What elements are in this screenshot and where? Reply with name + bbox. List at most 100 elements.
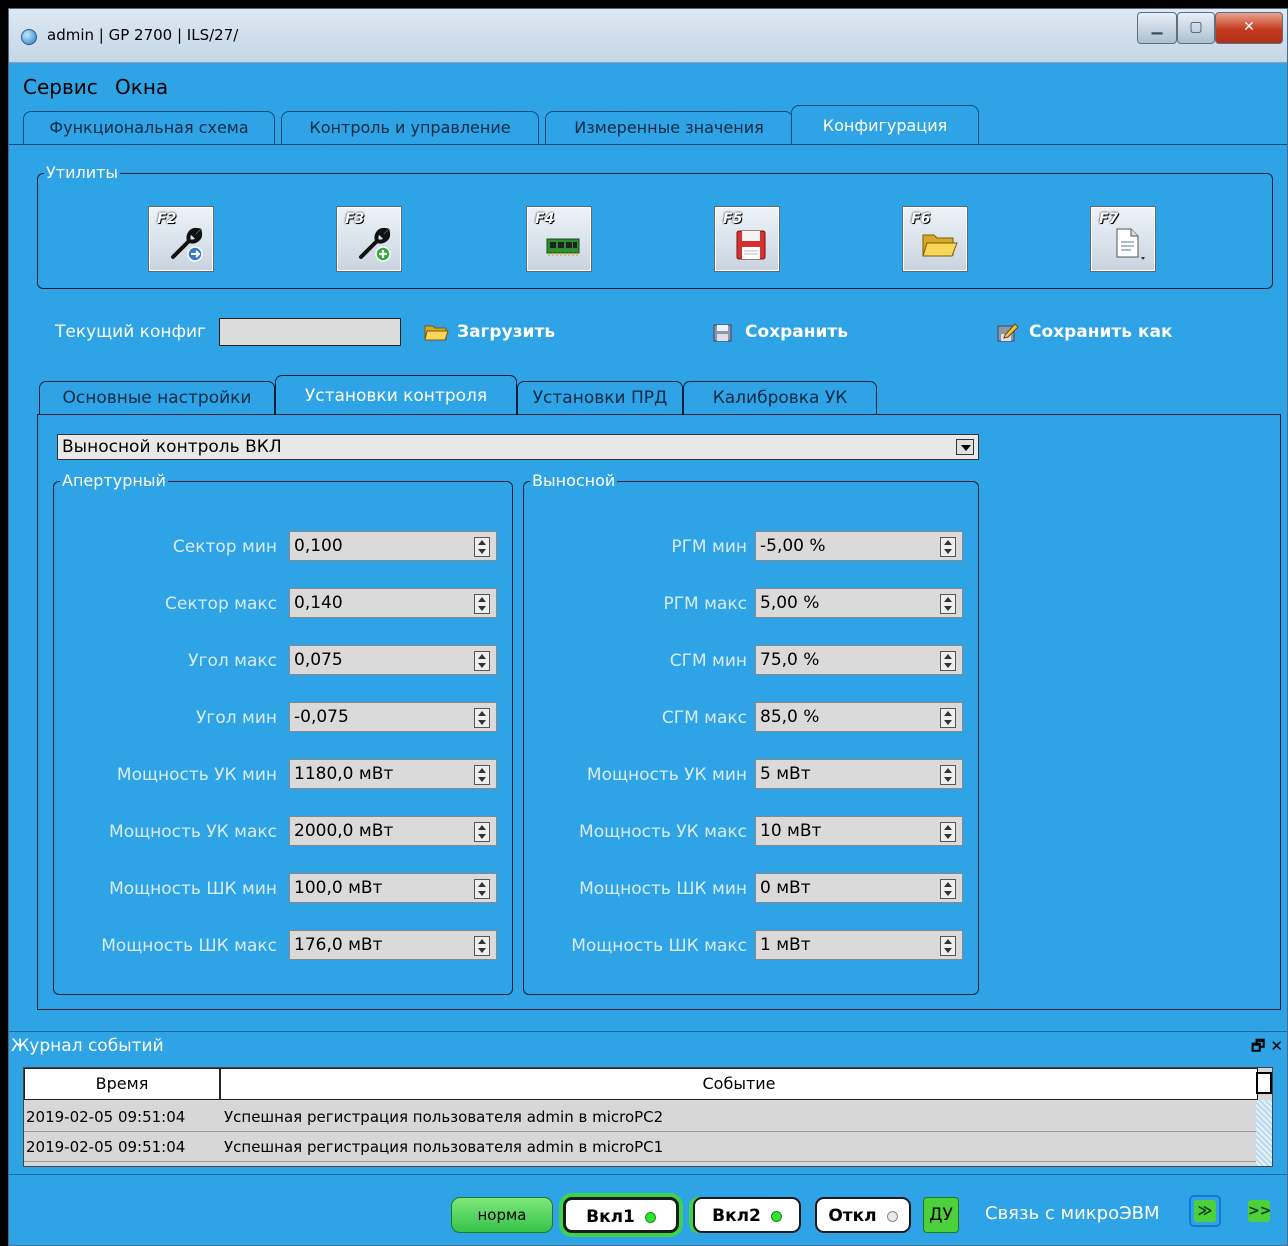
load-button[interactable]: Загрузить (423, 321, 573, 345)
aperture-power-uk-min-field[interactable]: 1180,0 мВт (289, 759, 497, 789)
spinner-icon[interactable] (474, 594, 490, 614)
aperture-angle-max-value: 0,075 (294, 650, 343, 670)
menu-service[interactable]: Сервис (23, 75, 98, 99)
remote-label: Выносной (530, 471, 618, 490)
remote-power-uk-min-value: 5 мВт (760, 764, 811, 784)
aperture-sector-min-label: Сектор мин (172, 537, 277, 557)
remote-rgm-min-field[interactable]: -5,00 % (755, 531, 963, 561)
spinner-icon[interactable] (474, 936, 490, 956)
chevron-down-icon[interactable] (956, 439, 974, 455)
subtab-control-settings[interactable]: Установки контроля (275, 375, 517, 415)
f4-button[interactable]: F4 (526, 206, 592, 272)
remote-rgm-max-field[interactable]: 5,00 % (755, 588, 963, 618)
spinner-icon[interactable] (474, 537, 490, 557)
column-header-time[interactable]: Время (24, 1068, 220, 1100)
save-as-button[interactable]: Сохранить как (995, 321, 1185, 345)
current-config-field[interactable] (219, 318, 401, 346)
tab-control[interactable]: Контроль и управление (281, 111, 539, 145)
tab-functional-scheme[interactable]: Функциональная схема (23, 111, 275, 145)
close-button[interactable]: ✕ (1215, 12, 1283, 44)
event-log-header: Журнал событий 🗗 ✕ (9, 1031, 1287, 1061)
on2-button[interactable]: Вкл2 (693, 1197, 801, 1233)
folder-open-icon (922, 234, 958, 257)
subtab-main-settings[interactable]: Основные настройки (39, 381, 275, 415)
f7-button[interactable]: F7 (1090, 206, 1156, 272)
spinner-icon[interactable] (940, 708, 956, 728)
aperture-power-uk-max-label: Мощность УК макс (109, 822, 277, 842)
norm-button[interactable]: норма (451, 1197, 553, 1233)
spinner-icon[interactable] (940, 765, 956, 785)
tab-configuration[interactable]: Конфигурация (791, 105, 979, 145)
column-header-event[interactable]: Событие (220, 1068, 1258, 1100)
aperture-sector-min-value: 0,100 (294, 536, 343, 556)
control-mode-select[interactable]: Выносной контроль ВКЛ (57, 434, 979, 460)
spinner-icon[interactable] (940, 594, 956, 614)
aperture-power-shk-max-field[interactable]: 176,0 мВт (289, 930, 497, 960)
spinner-icon[interactable] (940, 651, 956, 671)
remote-power-shk-min-label: Мощность ШК мин (579, 879, 747, 899)
row-event: Успешная регистрация пользователя admin … (224, 1108, 664, 1126)
f2-button[interactable]: F2 (148, 206, 214, 272)
app-icon (21, 29, 37, 45)
remote-sgm-min-value: 75,0 % (760, 650, 820, 670)
link-indicator-2: >> (1243, 1195, 1275, 1227)
spinner-icon[interactable] (474, 708, 490, 728)
spinner-icon[interactable] (940, 936, 956, 956)
aperture-power-shk-min-field[interactable]: 100,0 мВт (289, 873, 497, 903)
remote-sgm-min-field[interactable]: 75,0 % (755, 645, 963, 675)
remote-rgm-min-label: РГМ мин (671, 537, 747, 557)
spinner-icon[interactable] (474, 651, 490, 671)
spinner-icon[interactable] (940, 822, 956, 842)
remote-sgm-min-label: СГМ мин (669, 651, 747, 671)
off-button[interactable]: Откл (815, 1197, 911, 1233)
on1-button[interactable]: Вкл1 (563, 1197, 679, 1233)
tab-measured[interactable]: Измеренные значения (545, 111, 793, 145)
spinner-icon[interactable] (474, 879, 490, 899)
remote-sgm-max-field[interactable]: 85,0 % (755, 702, 963, 732)
remote-power-uk-min-field[interactable]: 5 мВт (755, 759, 963, 789)
utilities-label: Утилиты (44, 163, 121, 182)
spinner-icon[interactable] (474, 765, 490, 785)
table-row[interactable]: 2019-02-05 09:51:04 Успешная регистрация… (24, 1132, 1258, 1162)
control-mode-value: Выносной контроль ВКЛ (62, 437, 282, 457)
aperture-angle-min-field[interactable]: -0,075 (289, 702, 497, 732)
maximize-button[interactable]: ▢ (1177, 12, 1215, 44)
scrollbar[interactable] (1256, 1100, 1272, 1166)
aperture-angle-min-label: Угол мин (196, 708, 277, 728)
window-title: admin | GP 2700 | ILS/27/ (47, 26, 239, 44)
aperture-sector-min-field[interactable]: 0,100 (289, 531, 497, 561)
remote-power-shk-min-field[interactable]: 0 мВт (755, 873, 963, 903)
save-button[interactable]: Сохранить (711, 321, 861, 345)
f6-key-label: F6 (911, 211, 931, 227)
aperture-power-shk-min-value: 100,0 мВт (294, 878, 383, 898)
remote-sgm-max-label: СГМ макс (661, 708, 747, 728)
remote-power-shk-max-field[interactable]: 1 мВт (755, 930, 963, 960)
spinner-icon[interactable] (474, 822, 490, 842)
aperture-angle-max-field[interactable]: 0,075 (289, 645, 497, 675)
save-label: Сохранить (745, 322, 849, 342)
table-row[interactable]: 2019-02-05 09:51:04 Успешная регистрация… (24, 1102, 1258, 1132)
load-label: Загрузить (457, 322, 556, 342)
remote-control-button[interactable]: ДУ (923, 1197, 959, 1233)
remote-power-shk-max-value: 1 мВт (760, 935, 811, 955)
on1-label: Вкл1 (586, 1207, 635, 1227)
spinner-icon[interactable] (940, 879, 956, 899)
spinner-icon[interactable] (940, 537, 956, 557)
menu-windows[interactable]: Окна (115, 75, 168, 99)
remote-power-uk-max-label: Мощность УК макс (579, 822, 747, 842)
subtab-calibration[interactable]: Калибровка УК (683, 381, 877, 415)
remote-power-uk-max-field[interactable]: 10 мВт (755, 816, 963, 846)
utilities-group: Утилиты F2 F3 F4 F5 F6 F7 (37, 163, 1273, 289)
f5-button[interactable]: F5 (714, 206, 780, 272)
row-time: 2019-02-05 09:51:04 (26, 1138, 186, 1156)
dock-close-icon[interactable]: 🗗 ✕ (1251, 1036, 1283, 1061)
remote-rgm-max-value: 5,00 % (760, 593, 820, 613)
aperture-sector-max-field[interactable]: 0,140 (289, 588, 497, 618)
aperture-power-uk-max-field[interactable]: 2000,0 мВт (289, 816, 497, 846)
f3-button[interactable]: F3 (336, 206, 402, 272)
minimize-button[interactable]: ▁ (1137, 12, 1177, 44)
subtab-transmitter-settings[interactable]: Установки ПРД (517, 381, 683, 415)
aperture-sector-max-label: Сектор макс (165, 594, 277, 614)
table-corner-button[interactable] (1256, 1072, 1272, 1094)
f6-button[interactable]: F6 (902, 206, 968, 272)
